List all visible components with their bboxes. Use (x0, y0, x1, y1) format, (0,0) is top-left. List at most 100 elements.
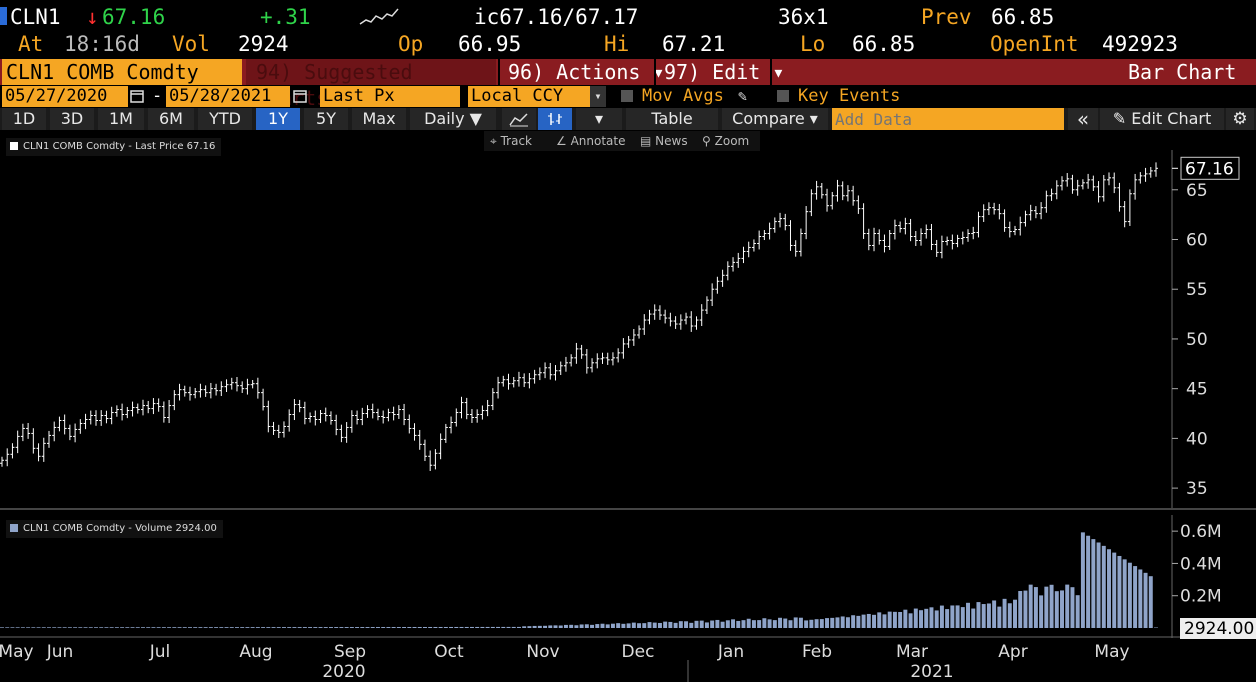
volume-bar (0, 627, 4, 628)
volume-bar (574, 625, 579, 628)
price-bar (840, 181, 845, 201)
volume-bar (626, 623, 631, 628)
volume-bar (433, 626, 438, 628)
compare-button[interactable]: Compare ▾ (722, 108, 828, 130)
volume-bar (1138, 569, 1143, 628)
price-bar (898, 221, 903, 233)
price-bar (986, 202, 991, 216)
price-bar (704, 296, 709, 314)
annotate-tool[interactable]: ∠ Annotate (556, 132, 626, 150)
chart-style-dropdown-icon[interactable]: ▾ (576, 108, 622, 130)
currency-dropdown-icon[interactable]: ▾ (590, 86, 606, 107)
calendar-icon[interactable] (130, 89, 144, 103)
price-bar (125, 406, 130, 419)
year-label: 2020 (322, 662, 365, 682)
price-bar (715, 276, 720, 294)
price-bar (527, 373, 532, 389)
volume-bar (668, 621, 673, 628)
gear-icon[interactable]: ⚙ (1226, 108, 1254, 130)
open-value: 66.95 (458, 32, 522, 56)
price-bar (193, 388, 198, 399)
price-bar (908, 218, 913, 242)
price-bar (104, 410, 109, 424)
price-field-select[interactable]: Last Px (320, 86, 460, 107)
price-bar (203, 385, 208, 397)
volume-bar (375, 627, 380, 628)
track-tool[interactable]: ⌖ Track (490, 132, 532, 150)
volume-bar (584, 624, 589, 628)
price-bar (694, 316, 699, 330)
calendar-icon[interactable] (293, 89, 307, 103)
lo-value: 66.85 (852, 32, 916, 56)
volume-bar (532, 625, 537, 628)
price-bar (0, 456, 4, 467)
period-1y-button[interactable]: 1Y (256, 108, 300, 130)
price-bar (778, 212, 783, 228)
volume-bar (1133, 566, 1138, 628)
mov-avgs-checkbox[interactable] (621, 90, 633, 102)
volume-bar (689, 622, 694, 628)
price-bar (120, 403, 125, 421)
price-tick-label: 40 (1186, 429, 1208, 449)
volume-bar (135, 627, 140, 628)
price-bar (464, 397, 469, 420)
volume-bar (109, 627, 114, 628)
start-date-field[interactable]: 05/27/2020 (2, 86, 128, 107)
menu-divider (654, 59, 656, 85)
price-bar (1023, 210, 1028, 227)
price-bar (553, 365, 558, 381)
bid-ask-prefix: ic (474, 5, 500, 29)
frequency-select[interactable]: Daily ▼ (410, 108, 496, 130)
edit-chart-button[interactable]: ✎ Edit Chart (1100, 108, 1224, 130)
period-ytd-button[interactable]: YTD (198, 108, 252, 130)
price-bar (939, 235, 944, 259)
period-1m-button[interactable]: 1M (98, 108, 144, 130)
line-chart-icon[interactable] (502, 108, 536, 130)
period-1d-button[interactable]: 1D (2, 108, 46, 130)
zoom-tool[interactable]: ⚲ Zoom (702, 132, 749, 150)
price-swatch (10, 142, 18, 150)
volume-bar (872, 614, 877, 628)
volume-bar (193, 627, 198, 628)
key-events-label[interactable]: Key Events (798, 86, 900, 107)
ticker[interactable]: CLN1 (10, 3, 61, 31)
volume-bar (825, 618, 830, 628)
price-bar (83, 413, 88, 430)
price-bar (537, 367, 542, 381)
annotate-label: Annotate (570, 134, 626, 148)
volume-bar (997, 606, 1002, 628)
period-3d-button[interactable]: 3D (50, 108, 94, 130)
price-bar (443, 423, 448, 443)
pencil-icon[interactable]: ✎ (738, 86, 747, 107)
currency-select[interactable]: Local CCY (468, 86, 590, 107)
period-5y-button[interactable]: 5Y (304, 108, 348, 130)
date-range-dash: - (152, 86, 163, 106)
end-date-field[interactable]: 05/28/2021 (166, 86, 290, 107)
volume-bar (741, 620, 746, 628)
price-bar (522, 373, 527, 388)
security-field[interactable]: CLN1 COMB Comdty (2, 59, 242, 85)
volume-bar (156, 627, 161, 628)
volume-bar (302, 627, 307, 628)
period-max-button[interactable]: Max (352, 108, 406, 130)
mov-avgs-label[interactable]: Mov Avgs (642, 86, 724, 107)
price-bar (93, 410, 98, 426)
price-bar (313, 410, 318, 426)
volume-bar (402, 627, 407, 628)
key-events-checkbox[interactable] (777, 90, 789, 102)
table-button[interactable]: Table (626, 108, 718, 130)
actions-menu[interactable]: 96) Actions ▾ (508, 59, 665, 85)
price-bar (600, 352, 605, 364)
add-data-input[interactable] (832, 108, 1064, 130)
suggested-charts-button[interactable]: 94) Suggested Charts (246, 59, 496, 110)
price-bar (146, 400, 151, 414)
period-6m-button[interactable]: 6M (148, 108, 194, 130)
volume-bar (804, 620, 809, 628)
price-bar (266, 400, 271, 433)
price-bar (135, 403, 140, 414)
bar-chart-icon[interactable] (538, 108, 572, 130)
edit-menu[interactable]: 97) Edit ▾ (664, 59, 784, 85)
collapse-button[interactable]: « (1068, 108, 1098, 130)
news-tool[interactable]: ▤ News (640, 132, 688, 150)
volume-bar (736, 620, 741, 628)
